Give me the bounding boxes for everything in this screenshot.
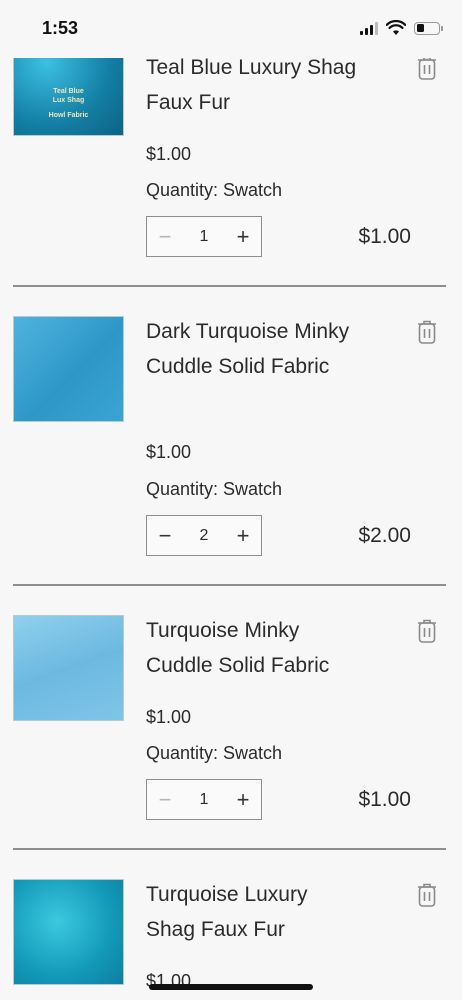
quantity-stepper: − 1 + [146, 216, 262, 257]
divider [13, 848, 446, 850]
thumbnail-label: Teal Blue [53, 88, 84, 95]
product-title[interactable]: Turquoise Minky Cuddle Solid Fabric [146, 613, 361, 683]
decrement-button[interactable]: − [147, 780, 183, 819]
unit-price: $1.00 [146, 707, 192, 727]
thumbnail-label: Lux Shag [52, 97, 85, 104]
unit-price: $1.00 [146, 442, 192, 462]
product-title[interactable]: Dark Turquoise Minky Cuddle Solid Fabric [146, 314, 361, 384]
thumbnail-label: Howl Fabric [48, 112, 89, 119]
home-indicator[interactable] [149, 984, 313, 990]
decrement-button[interactable]: − [147, 217, 183, 256]
quantity-label: Quantity: Swatch [146, 479, 283, 499]
line-total: $2.00 [358, 524, 411, 547]
increment-button[interactable]: + [225, 780, 261, 819]
quantity-stepper: − 1 + [146, 779, 262, 820]
quantity-value[interactable]: 1 [200, 228, 209, 246]
product-title[interactable]: Turquoise Luxury Shag Faux Fur [146, 877, 361, 947]
divider [13, 584, 446, 586]
increment-button[interactable]: + [225, 217, 261, 256]
product-thumbnail[interactable] [13, 316, 124, 422]
quantity-stepper: − 2 + [146, 515, 262, 556]
status-icons [360, 20, 443, 36]
quantity-value[interactable]: 2 [200, 527, 209, 545]
quantity-label: Quantity: Swatch [146, 180, 283, 200]
product-thumbnail[interactable] [13, 615, 124, 721]
increment-button[interactable]: + [225, 516, 261, 555]
trash-icon[interactable] [416, 882, 438, 908]
wifi-icon [386, 20, 406, 35]
product-thumbnail[interactable] [13, 879, 124, 985]
line-total: $1.00 [358, 788, 411, 811]
line-total: $1.00 [358, 225, 411, 248]
divider [13, 285, 446, 287]
status-time: 1:53 [42, 18, 79, 38]
quantity-value[interactable]: 1 [200, 791, 209, 809]
trash-icon[interactable] [416, 618, 438, 644]
status-bar: 1:53 [0, 0, 462, 58]
quantity-label: Quantity: Swatch [146, 743, 283, 763]
trash-icon[interactable] [416, 319, 438, 345]
battery-icon [414, 21, 443, 35]
trash-icon[interactable] [416, 55, 438, 81]
signal-icon [360, 21, 378, 35]
decrement-button[interactable]: − [147, 516, 183, 555]
product-title[interactable]: Teal Blue Luxury Shag Faux Fur [146, 50, 361, 120]
unit-price: $1.00 [146, 144, 192, 164]
